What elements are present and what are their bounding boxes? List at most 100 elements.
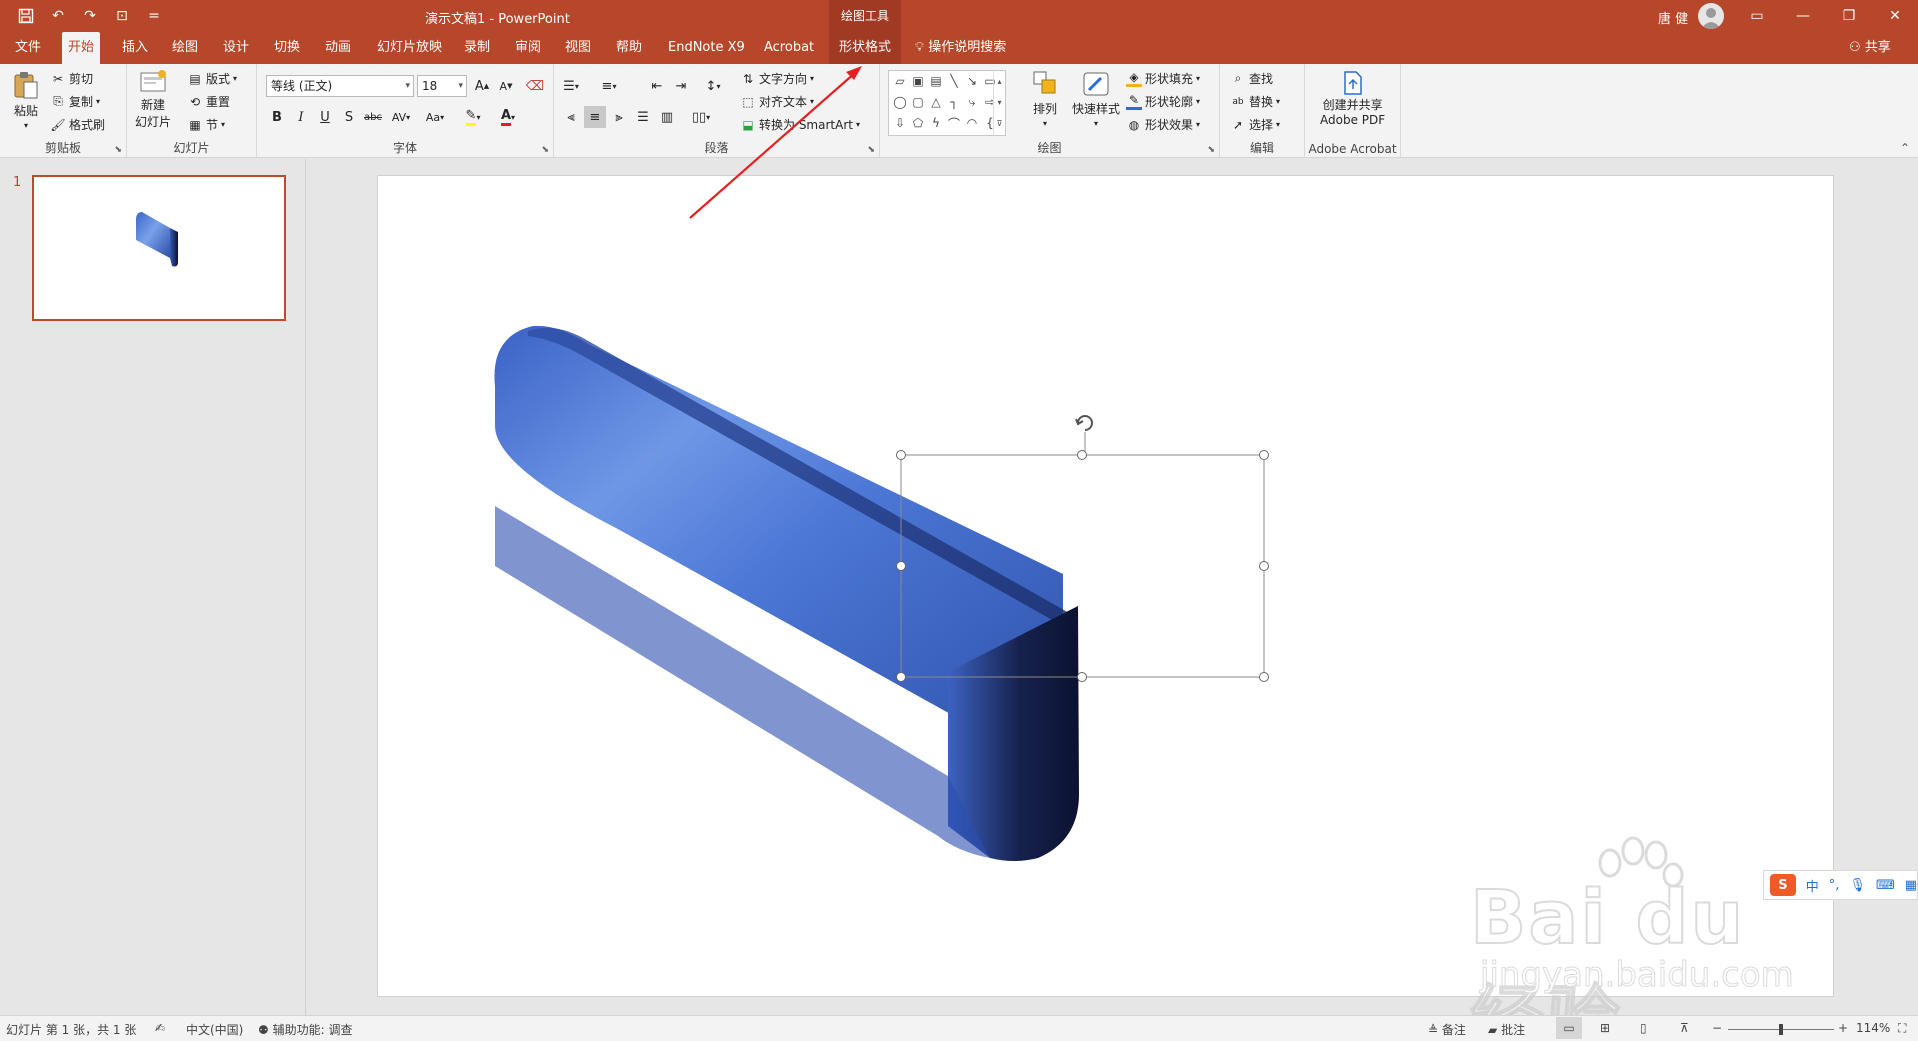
rotate-handle-icon[interactable]: [1075, 414, 1094, 455]
tab-record[interactable]: 录制: [458, 32, 496, 64]
comments-button[interactable]: ▰ 批注: [1488, 1021, 1525, 1038]
align-right-button[interactable]: ⫸: [608, 106, 630, 128]
tab-acrobat[interactable]: Acrobat: [758, 32, 820, 64]
tab-home[interactable]: 开始: [62, 32, 101, 64]
reset-button[interactable]: ⟲ 重置: [187, 93, 230, 110]
notes-button[interactable]: ≜ 备注: [1428, 1021, 1466, 1038]
tab-view[interactable]: 视图: [559, 32, 597, 64]
triangle-shape-icon[interactable]: △: [928, 94, 944, 110]
shape-fill-button[interactable]: ◈ 形状填充 ▾: [1126, 70, 1200, 87]
normal-view-icon[interactable]: ▭: [1556, 1017, 1582, 1039]
layout-button[interactable]: ▤ 版式 ▾: [187, 70, 237, 87]
lightning-shape-icon[interactable]: ϟ: [928, 115, 944, 131]
spellcheck-icon[interactable]: ✍︎: [155, 1021, 165, 1035]
increase-indent-button[interactable]: ⇥: [670, 75, 692, 97]
tab-animations[interactable]: 动画: [319, 32, 357, 64]
justify-button[interactable]: ☰: [632, 106, 654, 128]
italic-button[interactable]: I: [290, 106, 312, 128]
qat-customize-icon[interactable]: =: [142, 4, 166, 28]
select-button[interactable]: ➚ 选择 ▾: [1230, 116, 1280, 133]
quick-styles-button[interactable]: 快速样式 ▾: [1072, 70, 1120, 128]
zoom-level[interactable]: 114%: [1856, 1021, 1890, 1035]
paste-button[interactable]: 粘贴 ▾: [12, 70, 40, 130]
resize-handle-ne[interactable]: [1259, 450, 1269, 460]
bold-button[interactable]: B: [266, 106, 288, 128]
line-shape-icon[interactable]: ╲: [946, 73, 962, 89]
dialog-launcher-icon[interactable]: ⬊: [1207, 145, 1215, 155]
dialog-launcher-icon[interactable]: ⬊: [541, 145, 549, 155]
decrease-indent-button[interactable]: ⇤: [646, 75, 668, 97]
tab-design[interactable]: 设计: [217, 32, 255, 64]
elbow-arrow-shape-icon[interactable]: ⤷: [964, 94, 980, 110]
replace-button[interactable]: ab 替换 ▾: [1230, 93, 1280, 110]
new-slide-button[interactable]: 新建 幻灯片: [135, 68, 171, 130]
tab-endnote[interactable]: EndNote X9: [662, 32, 751, 64]
avatar[interactable]: [1698, 3, 1724, 29]
slideshow-from-start-icon[interactable]: ⊡: [110, 4, 134, 28]
convert-smartart-button[interactable]: ⬓ 转换为 SmartArt ▾: [740, 116, 860, 133]
shadow-button[interactable]: S: [338, 106, 360, 128]
font-size-combo[interactable]: 18 ▾: [417, 75, 467, 97]
zoom-slider-thumb[interactable]: [1779, 1024, 1783, 1035]
fit-to-window-icon[interactable]: ⛶: [1898, 1021, 1906, 1036]
resize-handle-se[interactable]: [1259, 672, 1269, 682]
tell-me-search[interactable]: 💡︎ 操作说明搜索: [915, 32, 1006, 64]
ime-punctuation[interactable]: °,: [1829, 878, 1840, 893]
undo-icon[interactable]: ↶: [46, 4, 70, 28]
align-center-button[interactable]: ≡: [584, 106, 606, 128]
arc-shape-icon[interactable]: ◠: [964, 115, 980, 131]
dialog-launcher-icon[interactable]: ⬊: [867, 145, 875, 155]
zoom-out-button[interactable]: −: [1712, 1021, 1722, 1035]
resize-handle-n[interactable]: [1077, 450, 1087, 460]
align-left-button[interactable]: ⫷: [560, 106, 582, 128]
zoom-in-button[interactable]: +: [1838, 1021, 1848, 1035]
section-button[interactable]: ▦ 节 ▾: [187, 116, 225, 133]
tab-file[interactable]: 文件: [9, 32, 47, 64]
restore-icon[interactable]: ❐: [1826, 0, 1872, 32]
accessibility-indicator[interactable]: ⚉ 辅助功能: 调查: [258, 1021, 352, 1038]
user-name[interactable]: 唐 健: [1658, 8, 1688, 27]
line-spacing-button[interactable]: ↕ ▾: [702, 75, 724, 97]
tab-shape-format[interactable]: 形状格式: [829, 32, 901, 64]
tab-transitions[interactable]: 切换: [268, 32, 306, 64]
tab-insert[interactable]: 插入: [116, 32, 154, 64]
shape-effects-button[interactable]: ◍ 形状效果 ▾: [1126, 116, 1200, 133]
grow-font-button[interactable]: A ▲: [471, 75, 493, 97]
font-name-combo[interactable]: 等线 (正文) ▾: [266, 75, 414, 97]
dialog-launcher-icon[interactable]: ⬊: [114, 145, 122, 155]
rounded-rect-shape-icon[interactable]: ▢: [910, 94, 926, 110]
shape-outline-button[interactable]: ✎ 形状轮廓 ▾: [1126, 93, 1200, 110]
ime-mode[interactable]: 中: [1806, 876, 1819, 895]
curve-shape-icon[interactable]: ⌒: [946, 115, 962, 131]
resize-handle-nw[interactable]: [896, 450, 906, 460]
minimize-icon[interactable]: —: [1780, 0, 1826, 32]
down-arrow-shape-icon[interactable]: ⇩: [892, 115, 908, 131]
numbering-button[interactable]: ≡ ▾: [598, 75, 620, 97]
underline-button[interactable]: U: [314, 106, 336, 128]
tab-slideshow[interactable]: 幻灯片放映: [371, 32, 448, 64]
copy-button[interactable]: ⎘ 复制 ▾: [50, 93, 100, 110]
align-text-button[interactable]: ⬚ 对齐文本 ▾: [740, 93, 814, 110]
strikethrough-button[interactable]: abc: [362, 106, 384, 128]
columns-button[interactable]: ▯▯ ▾: [690, 106, 712, 128]
slideshow-view-icon[interactable]: ⊼: [1680, 1021, 1689, 1035]
resize-handle-sw[interactable]: [896, 672, 906, 682]
clear-formatting-button[interactable]: ⌫: [524, 75, 546, 97]
change-case-button[interactable]: Aa ▾: [424, 106, 446, 128]
tab-help[interactable]: 帮助: [610, 32, 648, 64]
arrange-button[interactable]: 排列 ▾: [1032, 70, 1058, 128]
create-share-pdf-button[interactable]: 创建并共享 Adobe PDF: [1320, 70, 1385, 127]
slide-thumbnail[interactable]: [32, 175, 286, 321]
oval-shape-icon[interactable]: ◯: [892, 94, 908, 110]
share-button[interactable]: ⚇ 共享: [1849, 32, 1891, 64]
microphone-icon[interactable]: 🎙︎: [1849, 878, 1866, 893]
resize-handle-s[interactable]: [1077, 672, 1087, 682]
resize-handle-w[interactable]: [896, 561, 906, 571]
collapse-ribbon-icon[interactable]: ⌃: [1900, 141, 1910, 155]
text-direction-button[interactable]: ⇅ 文字方向 ▾: [740, 70, 814, 87]
elbow-connector-shape-icon[interactable]: ┐: [946, 94, 962, 110]
format-painter-button[interactable]: 🖌︎ 格式刷: [50, 116, 105, 133]
character-spacing-button[interactable]: AV ▾: [390, 106, 412, 128]
close-icon[interactable]: ✕: [1872, 0, 1918, 32]
save-icon[interactable]: [14, 4, 38, 28]
